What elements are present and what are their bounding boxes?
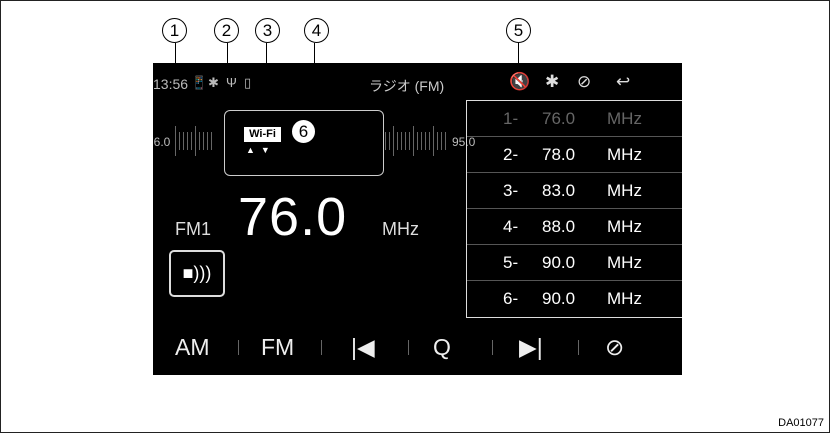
am-button[interactable]: AM <box>175 334 210 361</box>
dial-tick <box>417 132 418 150</box>
dial-tick <box>441 132 442 150</box>
divider <box>408 340 409 355</box>
preset-list: 1- 76.0 MHz 2- 78.0 MHz 3- 83.0 MHz 4- 88.0 MHz … <box>466 100 682 318</box>
band-label: FM1 <box>175 219 211 239</box>
dial-tick <box>397 132 398 150</box>
callout-6: 6 <box>291 119 316 144</box>
preset-row[interactable]: 3- 83.0 MHz <box>467 173 682 209</box>
dial-min-label: 76.0 <box>153 135 171 149</box>
phone-signal-icon: 📱 <box>191 75 208 90</box>
dial-tick <box>401 132 402 150</box>
dial-tick <box>409 132 410 150</box>
bottom-bar: AM FM |◀ Q ▶| ⊘ <box>153 318 682 375</box>
status-time: 13:56 <box>153 76 189 92</box>
dial-tick <box>445 132 446 150</box>
callout-5: 5 <box>506 18 531 43</box>
dial-tick <box>433 126 434 156</box>
wifi-icon: Wi-Fi <box>244 127 281 142</box>
dial-tick <box>405 132 406 150</box>
dial-tick <box>175 126 176 156</box>
callout-1: 1 <box>162 18 187 43</box>
antenna-icon: Ψ <box>226 75 237 90</box>
wifi-popup: Wi-Fi ▲▼ 6 <box>224 110 384 176</box>
bluetooth-icon[interactable]: ✱ <box>545 72 559 92</box>
radio-screen: 13:56 📱 ✱ Ψ ▯ ラジオ (FM) 🔇 ✱ ⊘ ↩ 76.0 95.0… <box>153 63 682 375</box>
search-icon[interactable]: Q <box>433 334 451 361</box>
prev-track-icon[interactable]: |◀ <box>351 334 375 361</box>
page-title: ラジオ (FM) <box>369 78 445 94</box>
fm-button[interactable]: FM <box>261 334 294 361</box>
back-icon[interactable]: ↩ <box>616 72 630 92</box>
document-id: DA01077 <box>778 417 824 429</box>
current-frequency: 76.0 <box>238 187 348 247</box>
divider <box>578 340 579 355</box>
preset-row[interactable]: 4- 88.0 MHz <box>467 209 682 245</box>
bluetooth-icon: ✱ <box>208 75 219 90</box>
preset-row[interactable]: 5- 90.0 MHz <box>467 245 682 281</box>
dial-tick <box>199 132 200 150</box>
callout-3: 3 <box>255 18 280 43</box>
dial-tick <box>421 132 422 150</box>
callout-2: 2 <box>214 18 239 43</box>
divider <box>321 340 322 355</box>
dial-tick <box>389 132 390 150</box>
frequency-unit: MHz <box>382 219 419 239</box>
next-track-icon[interactable]: ▶| <box>519 334 543 361</box>
no-connection-icon[interactable]: ⊘ <box>577 72 591 92</box>
dial-tick <box>211 132 212 150</box>
dial-tick <box>187 132 188 150</box>
wifi-arrows-icon: ▲▼ <box>246 145 276 155</box>
divider <box>492 340 493 355</box>
dial-tick <box>437 132 438 150</box>
dial-tick <box>203 132 204 150</box>
dial-tick <box>429 132 430 150</box>
dial-tick <box>393 126 394 156</box>
no-music-icon[interactable]: ⊘ <box>605 334 624 361</box>
preset-row[interactable]: 2- 78.0 MHz <box>467 137 682 173</box>
dial-tick <box>425 132 426 150</box>
dial-tick <box>195 126 196 156</box>
dial-tick <box>179 132 180 150</box>
preset-row[interactable]: 1- 76.0 MHz <box>467 101 682 137</box>
dial-tick <box>183 132 184 150</box>
preset-row[interactable]: 6- 90.0 MHz <box>467 281 682 317</box>
callout-4: 4 <box>304 18 329 43</box>
divider <box>238 340 239 355</box>
battery-icon: ▯ <box>244 75 252 90</box>
mute-icon[interactable]: 🔇 <box>509 72 530 92</box>
dial-tick <box>191 132 192 150</box>
rds-button[interactable]: ■))) <box>169 250 225 297</box>
dial-tick <box>413 126 414 156</box>
dial-tick <box>207 132 208 150</box>
dial-tick <box>385 132 386 150</box>
